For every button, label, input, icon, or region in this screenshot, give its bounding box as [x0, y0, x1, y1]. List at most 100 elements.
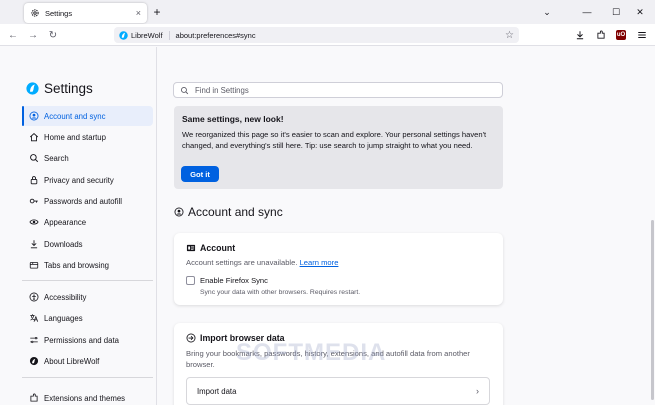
sidebar-item-label: Downloads — [44, 239, 83, 249]
enable-sync-label: Enable Firefox Sync — [200, 276, 268, 285]
search-icon — [29, 153, 39, 163]
import-card: Import browser data Bring your bookmarks… — [174, 323, 503, 405]
sidebar-item-label: Languages — [44, 313, 83, 323]
new-look-notice: Same settings, new look! We reorganized … — [174, 106, 503, 189]
identity-label: LibreWolf — [131, 30, 163, 40]
sidebar-item-label: Privacy and security — [44, 175, 114, 185]
url-text[interactable]: about:preferences#sync — [176, 31, 505, 40]
key-icon — [29, 196, 39, 206]
import-title-text: Import browser data — [200, 333, 285, 343]
url-bar[interactable]: LibreWolf about:preferences#sync ☆ — [114, 27, 519, 43]
account-card-icon — [186, 244, 196, 252]
sidebar-item-appearance[interactable]: Appearance — [22, 212, 153, 232]
extensions-icon — [29, 393, 39, 403]
sync-description: Sync your data with other browsers. Requ… — [200, 289, 361, 296]
notice-title: Same settings, new look! — [182, 114, 284, 124]
home-icon — [29, 132, 39, 142]
tabs-icon — [29, 260, 39, 270]
sidebar-item-tabs-and-browsing[interactable]: Tabs and browsing — [22, 255, 153, 275]
import-card-title: Import browser data — [186, 333, 285, 343]
account-icon — [29, 111, 39, 121]
account-desc: Account settings are unavailable. Learn … — [186, 258, 338, 267]
sidebar-item-home-and-startup[interactable]: Home and startup — [22, 127, 153, 147]
minimize-button[interactable]: — — [580, 5, 594, 19]
tab-title: Settings — [45, 8, 73, 18]
tab-settings[interactable]: Settings × — [24, 3, 147, 23]
chevron-right-icon: › — [476, 386, 479, 396]
enable-sync-checkbox[interactable] — [186, 276, 195, 285]
account-card-title: Account — [186, 243, 235, 253]
tab-strip: Settings × + ⌄ — ☐ ✕ — [0, 0, 655, 24]
import-data-button[interactable]: Import data › — [186, 377, 490, 405]
reload-button[interactable]: ↻ — [46, 28, 60, 42]
sidebar-item-label: Permissions and data — [44, 335, 119, 345]
ublock-label: uO — [616, 30, 626, 40]
account-title-text: Account — [200, 243, 236, 253]
sidebar-item-label: Account and sync — [44, 111, 106, 121]
section-title: Account and sync — [188, 205, 283, 219]
extensions-icon[interactable] — [594, 28, 608, 42]
sidebar-item-label: Search — [44, 153, 69, 163]
sidebar-item-label: Tabs and browsing — [44, 260, 110, 270]
sidebar-item-passwords-and-autofill[interactable]: Passwords and autofill — [22, 191, 153, 211]
sidebar-item-label: Appearance — [44, 217, 87, 227]
sidebar-item-downloads[interactable]: Downloads — [22, 234, 153, 254]
search-field[interactable] — [173, 82, 503, 98]
search-icon — [180, 86, 189, 94]
sidebar-item-permissions-and-data[interactable]: Permissions and data — [22, 330, 153, 350]
identity-box[interactable]: LibreWolf — [119, 30, 170, 40]
sidebar-item-label: Passwords and autofill — [44, 196, 123, 206]
permissions-icon — [29, 335, 39, 345]
tab-close-button[interactable]: × — [136, 8, 141, 18]
search-input[interactable] — [195, 85, 495, 95]
sidebar-item-search[interactable]: Search — [22, 148, 153, 168]
bookmark-star-icon[interactable]: ☆ — [505, 30, 514, 41]
sidebar-item-languages[interactable]: Languages — [22, 308, 153, 328]
accessibility-icon — [29, 292, 39, 302]
librewolf-logo-icon — [26, 82, 39, 95]
sidebar-item-about-librewolf[interactable]: About LibreWolf — [22, 351, 153, 371]
close-window-button[interactable]: ✕ — [633, 5, 647, 19]
scrollbar[interactable] — [651, 220, 654, 400]
notice-body: We reorganized this page so it's easier … — [182, 130, 487, 151]
downloads-icon[interactable] — [573, 28, 587, 42]
import-data-label: Import data — [197, 386, 237, 396]
lock-icon — [29, 175, 39, 185]
sidebar-item-privacy-and-security[interactable]: Privacy and security — [22, 170, 153, 190]
ublock-origin-icon[interactable]: uO — [614, 28, 628, 42]
back-button[interactable]: ← — [6, 28, 20, 42]
sidebar-item-label: Accessibility — [44, 292, 87, 302]
section-heading: Account and sync — [174, 205, 283, 219]
sidebar: Settings Account and sync Home and start… — [0, 47, 157, 405]
sidebar-divider — [22, 280, 153, 281]
languages-icon — [29, 313, 39, 323]
new-tab-button[interactable]: + — [150, 5, 164, 19]
sidebar-header: Settings — [26, 81, 93, 96]
gear-icon — [30, 8, 40, 18]
account-icon — [174, 207, 184, 217]
maximize-button[interactable]: ☐ — [609, 5, 623, 19]
info-icon — [29, 356, 39, 366]
page-title: Settings — [44, 81, 93, 96]
import-desc: Bring your bookmarks, passwords, history… — [186, 349, 470, 369]
learn-more-link[interactable]: Learn more — [300, 258, 339, 267]
list-all-tabs-button[interactable]: ⌄ — [540, 5, 554, 19]
sidebar-item-label: Home and startup — [44, 132, 106, 142]
sidebar-item-label: About LibreWolf — [44, 356, 100, 366]
got-it-button[interactable]: Got it — [181, 166, 219, 182]
eye-icon — [29, 217, 39, 227]
nav-bar: ← → ↻ LibreWolf about:preferences#sync ☆… — [0, 24, 655, 46]
menu-icon[interactable] — [635, 28, 649, 42]
sidebar-item-label: Extensions and themes — [44, 393, 126, 403]
sidebar-item-accessibility[interactable]: Accessibility — [22, 287, 153, 307]
forward-button[interactable]: → — [26, 28, 40, 42]
account-desc-text: Account settings are unavailable. — [186, 258, 298, 267]
enable-sync-row[interactable]: Enable Firefox Sync — [186, 276, 268, 285]
librewolf-logo-icon — [119, 30, 128, 40]
sidebar-divider — [22, 377, 153, 378]
sidebar-item-account-and-sync[interactable]: Account and sync — [22, 106, 153, 126]
main-content: Same settings, new look! We reorganized … — [158, 47, 655, 405]
download-icon — [29, 239, 39, 249]
sidebar-item-extensions-and-themes[interactable]: Extensions and themes — [22, 388, 153, 405]
import-icon — [186, 333, 196, 343]
